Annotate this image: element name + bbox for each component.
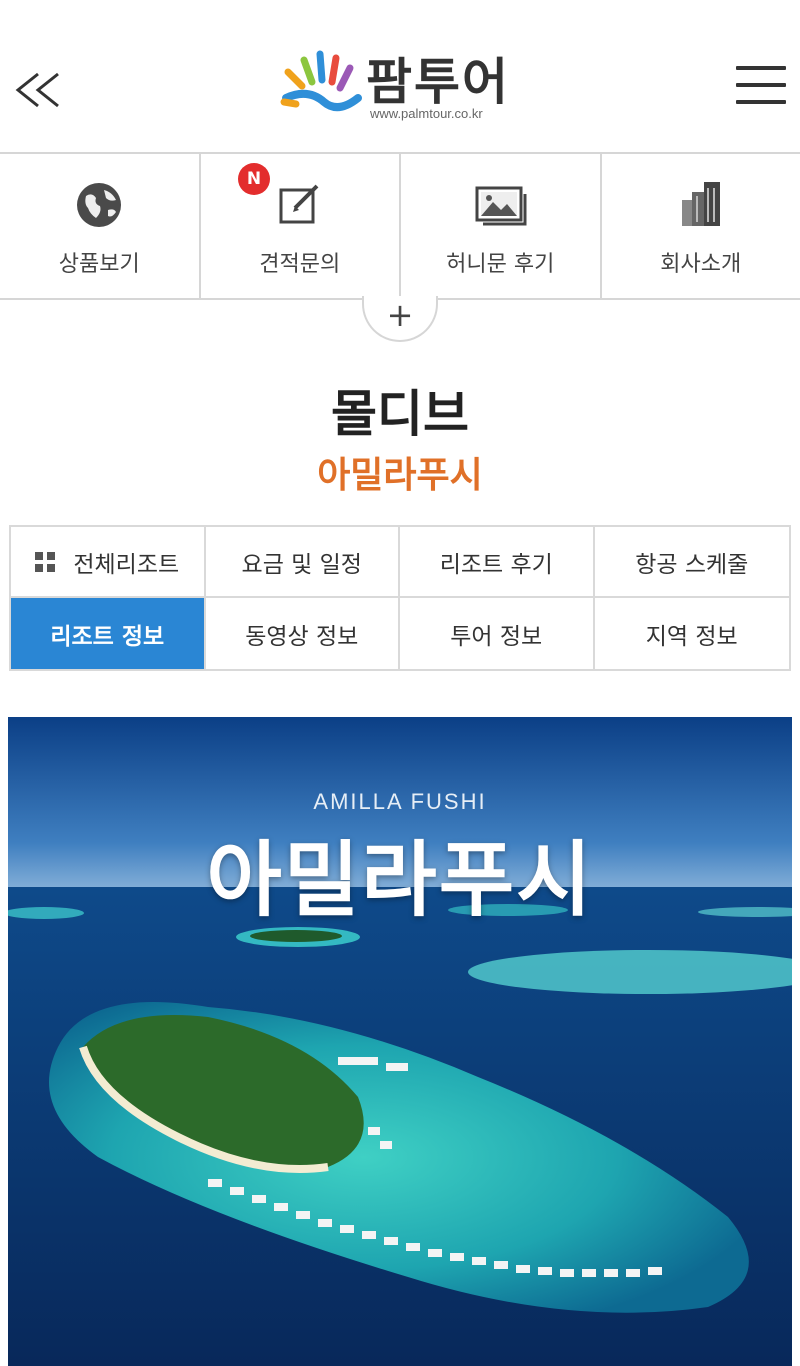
quick-nav-inquiry[interactable]: 견적문의 [201, 154, 401, 298]
back-button[interactable] [12, 62, 68, 118]
menu-button[interactable] [736, 66, 786, 112]
hamburger-menu-icon [736, 66, 786, 70]
tab-label: 리조트 후기 [439, 551, 553, 578]
tab-rates-schedule[interactable]: 요금 및 일정 [205, 527, 400, 598]
tab-all-resorts[interactable]: 전체리조트 [11, 527, 206, 598]
logo-url: www.palmtour.co.kr [370, 106, 483, 121]
double-chevron-left-icon [15, 72, 59, 108]
expand-nav-button[interactable]: + [362, 296, 438, 342]
quick-nav-reviews[interactable]: 허니문 후기 [401, 154, 602, 298]
hero-title-english: AMILLA FUSHI [313, 789, 487, 814]
tab-label: 리조트 정보 [50, 623, 165, 650]
quick-nav-label: 견적문의 [259, 252, 341, 277]
quick-nav: 상품보기 견적문의 허니문 후기 회사소개 [0, 152, 800, 300]
quick-nav-company[interactable]: 회사소개 [602, 154, 800, 298]
quick-nav-products[interactable]: 상품보기 [0, 154, 201, 298]
header: 팜투어 www.palmtour.co.kr [0, 0, 800, 152]
tab-tour-info[interactable]: 투어 정보 [400, 598, 595, 669]
building-icon [674, 178, 728, 232]
tab-label: 요금 및 일정 [241, 551, 362, 578]
tab-label: 투어 정보 [450, 623, 543, 650]
edit-icon [273, 178, 327, 232]
logo[interactable]: 팜투어 www.palmtour.co.kr [278, 42, 538, 132]
resort-title: 아밀라푸시 [317, 455, 483, 496]
tab-flight-schedule[interactable]: 항공 스케줄 [594, 527, 789, 598]
tab-area-info[interactable]: 지역 정보 [595, 598, 790, 669]
grid-icon [35, 551, 56, 572]
new-badge: N [238, 163, 270, 195]
tab-resort-info[interactable]: 리조트 정보 [11, 598, 206, 669]
quick-nav-label: 상품보기 [58, 252, 140, 277]
logo-text: 팜투어 [366, 53, 510, 111]
palm-hand-logo-icon [280, 50, 362, 112]
quick-nav-label: 회사소개 [660, 252, 742, 277]
globe-icon [72, 178, 126, 232]
tab-video-info[interactable]: 동영상 정보 [206, 598, 400, 669]
tab-resort-reviews[interactable]: 리조트 후기 [400, 527, 595, 598]
tab-label: 지역 정보 [645, 623, 738, 650]
quick-nav-label: 허니문 후기 [446, 252, 555, 277]
image-icon [473, 178, 527, 232]
resort-tabs: 전체리조트 요금 및 일정 리조트 후기 항공 스케줄 리조트 정보 동영상 정… [9, 525, 791, 671]
tab-label: 전체리조트 [73, 551, 180, 578]
hero-image: AMILLA FUSHI 아밀라푸시 [8, 717, 792, 1366]
hero-title-korean: 아밀라푸시 [206, 833, 594, 928]
tab-label: 항공 스케줄 [635, 551, 749, 578]
tab-label: 동영상 정보 [245, 623, 359, 650]
region-title: 몰디브 [331, 385, 469, 443]
